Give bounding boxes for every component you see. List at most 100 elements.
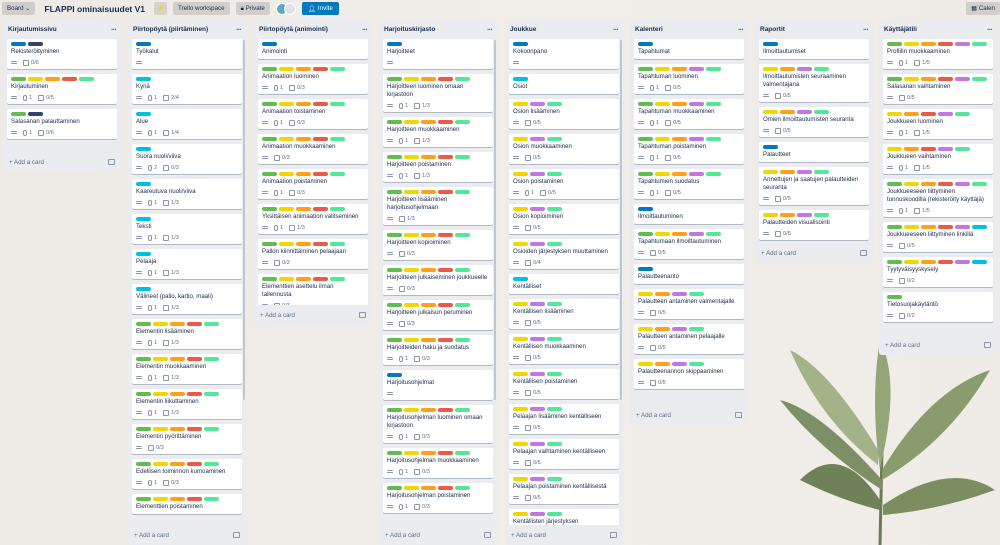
label-purple[interactable] xyxy=(955,260,970,264)
card[interactable]: Tapahtumat xyxy=(634,39,744,59)
card[interactable]: Ilmoittautumiset xyxy=(759,39,869,59)
label-purple[interactable] xyxy=(955,42,970,46)
label-yellow[interactable] xyxy=(513,137,528,141)
label-orange[interactable] xyxy=(921,182,936,186)
label-orange[interactable] xyxy=(780,110,795,114)
label-purple[interactable] xyxy=(689,232,704,236)
label-green[interactable] xyxy=(387,268,402,272)
label-purple[interactable] xyxy=(530,372,545,376)
label-yellow[interactable] xyxy=(513,372,528,376)
label-yellow[interactable] xyxy=(279,67,294,71)
add-card-button[interactable]: + Add a card xyxy=(3,152,121,172)
label-red[interactable] xyxy=(438,303,453,307)
label-yellow[interactable] xyxy=(279,207,294,211)
label-lime[interactable] xyxy=(547,512,562,516)
list-menu-icon[interactable]: ··· xyxy=(738,25,744,34)
card[interactable]: Joukkueeseen liittyminen tunnuskoodilla … xyxy=(883,179,993,217)
label-green[interactable] xyxy=(887,225,902,229)
card[interactable]: Palautteenanto xyxy=(634,264,744,284)
card[interactable]: Rekisteröityminen 0/6 xyxy=(7,39,117,69)
label-yellow[interactable] xyxy=(763,110,778,114)
list-menu-icon[interactable]: ··· xyxy=(487,25,493,34)
card[interactable]: Osiot xyxy=(509,74,619,94)
card[interactable]: Kentällisen lisääminen 0/5 xyxy=(509,299,619,329)
label-lime[interactable] xyxy=(204,497,219,501)
label-green[interactable] xyxy=(638,232,653,236)
list-title[interactable]: Joukkue xyxy=(510,26,536,33)
label-yellow[interactable] xyxy=(153,392,168,396)
label-green[interactable] xyxy=(136,427,151,431)
label-orange[interactable] xyxy=(421,120,436,124)
label-sky[interactable] xyxy=(136,112,151,116)
label-orange[interactable] xyxy=(672,172,687,176)
card[interactable]: Joukkueeseen liittyminen linkillä 0/5 xyxy=(883,222,993,252)
label-orange[interactable] xyxy=(170,427,185,431)
label-green[interactable] xyxy=(262,277,277,281)
label-purple[interactable] xyxy=(797,110,812,114)
label-green[interactable] xyxy=(887,42,902,46)
label-green[interactable] xyxy=(387,338,402,342)
label-blue[interactable] xyxy=(11,42,26,46)
label-lime[interactable] xyxy=(689,292,704,296)
label-orange[interactable] xyxy=(421,190,436,194)
label-yellow[interactable] xyxy=(404,120,419,124)
label-orange[interactable] xyxy=(921,42,936,46)
label-lime[interactable] xyxy=(547,207,562,211)
label-lime[interactable] xyxy=(455,155,470,159)
card[interactable]: Elementin muokkaaminen 1 1/3 xyxy=(132,354,242,384)
label-purple[interactable] xyxy=(530,302,545,306)
label-orange[interactable] xyxy=(421,155,436,159)
label-green[interactable] xyxy=(638,102,653,106)
label-orange[interactable] xyxy=(296,277,311,281)
label-red[interactable] xyxy=(438,338,453,342)
label-lime[interactable] xyxy=(814,213,829,217)
label-lime[interactable] xyxy=(455,303,470,307)
list-title[interactable]: Piirtopöytä (piirtäminen) xyxy=(133,26,208,33)
label-lime[interactable] xyxy=(547,302,562,306)
list-title[interactable]: Kirjautumissivu xyxy=(8,26,57,33)
label-lime[interactable] xyxy=(547,407,562,411)
list-menu-icon[interactable]: ··· xyxy=(111,25,117,34)
card[interactable]: Pelaajan poistaminen kentällisestä 0/5 xyxy=(509,474,619,504)
label-green[interactable] xyxy=(638,137,653,141)
list-header[interactable]: Kalenteri ··· xyxy=(630,20,748,39)
label-lime[interactable] xyxy=(706,172,721,176)
label-purple[interactable] xyxy=(797,67,812,71)
label-orange[interactable] xyxy=(921,77,936,81)
label-lime[interactable] xyxy=(547,337,562,341)
card[interactable]: Harjoitteen poistaminen 1 1/3 xyxy=(383,152,493,182)
label-orange[interactable] xyxy=(421,303,436,307)
list-scrollbar[interactable] xyxy=(620,40,622,400)
label-yellow[interactable] xyxy=(904,182,919,186)
label-yellow[interactable] xyxy=(279,242,294,246)
label-yellow[interactable] xyxy=(655,172,670,176)
card[interactable]: Pelaajan vaihtaminen kentälliseen 0/5 xyxy=(509,439,619,469)
card[interactable]: Annettujen ja saatujen palautteiden seur… xyxy=(759,167,869,205)
card-template-icon[interactable] xyxy=(610,532,617,538)
label-blue[interactable] xyxy=(136,42,151,46)
label-yellow[interactable] xyxy=(404,408,419,412)
label-orange[interactable] xyxy=(921,225,936,229)
label-yellow[interactable] xyxy=(279,102,294,106)
label-lime[interactable] xyxy=(972,42,987,46)
label-yellow[interactable] xyxy=(513,407,528,411)
label-orange[interactable] xyxy=(421,233,436,237)
label-purple[interactable] xyxy=(689,67,704,71)
card[interactable]: Ilmoittautumisten seuraaminen valmentaja… xyxy=(759,64,869,102)
list-header[interactable]: Harjoituskirjasto ··· xyxy=(379,20,497,39)
label-orange[interactable] xyxy=(296,207,311,211)
label-yellow[interactable] xyxy=(655,102,670,106)
label-red[interactable] xyxy=(438,233,453,237)
label-red[interactable] xyxy=(938,225,953,229)
label-yellow[interactable] xyxy=(404,486,419,490)
card[interactable]: Suora nuoli/viiva 2 0/3 xyxy=(132,144,242,174)
label-blue[interactable] xyxy=(638,207,653,211)
label-orange[interactable] xyxy=(780,67,795,71)
label-purple[interactable] xyxy=(689,172,704,176)
label-green[interactable] xyxy=(11,77,26,81)
label-yellow[interactable] xyxy=(513,477,528,481)
list-header[interactable]: Käyttäjätili ··· xyxy=(879,20,997,39)
label-green[interactable] xyxy=(387,486,402,490)
label-red[interactable] xyxy=(187,427,202,431)
label-yellow[interactable] xyxy=(153,322,168,326)
